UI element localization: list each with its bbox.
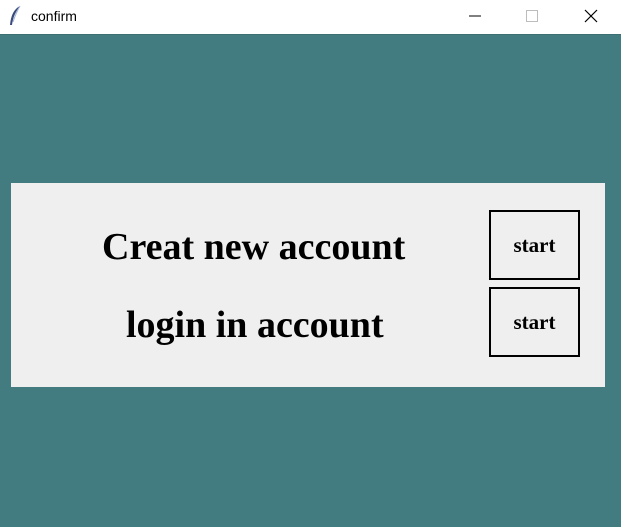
window-titlebar[interactable]: confirm — [0, 0, 621, 34]
maximize-button[interactable] — [508, 0, 554, 32]
login-account-label: login in account — [126, 304, 384, 346]
close-icon — [584, 9, 598, 23]
login-account-start-button[interactable]: start — [489, 287, 580, 357]
create-account-start-button[interactable]: start — [489, 210, 580, 280]
titlebar-divider — [0, 34, 621, 35]
options-panel: Creat new account start login in account… — [11, 183, 605, 387]
close-button[interactable] — [568, 0, 614, 32]
minimize-button[interactable] — [452, 0, 498, 32]
window-title: confirm — [31, 8, 77, 24]
create-account-label: Creat new account — [102, 226, 406, 268]
minimize-icon — [469, 15, 481, 17]
tk-feather-icon — [8, 5, 22, 27]
maximize-icon — [526, 10, 538, 22]
